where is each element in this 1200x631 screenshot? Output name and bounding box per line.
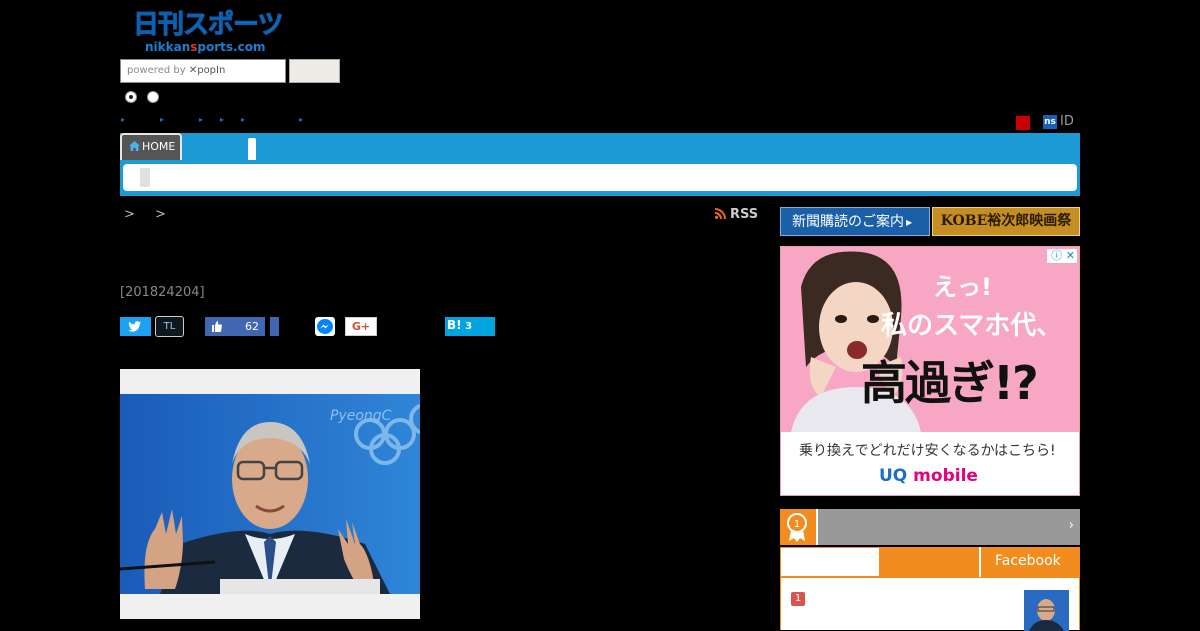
breadcrumb[interactable]: > > [124, 207, 174, 222]
hatena-count: 3 [465, 321, 473, 332]
rss-label: RSS [730, 207, 759, 222]
messenger-button[interactable] [315, 317, 335, 336]
top-link-2[interactable]: ▸ [160, 116, 164, 124]
top-link-4[interactable]: ▸ [220, 116, 224, 124]
ad-brand-uq: UQ [879, 466, 908, 486]
site-logo[interactable]: 日刊スポーツ nikkansports.com [132, 10, 285, 56]
ranking-medal-icon: 1 [787, 513, 807, 542]
photo-image: PyeongC [120, 394, 420, 594]
powered-by-text: powered by [127, 65, 186, 76]
facebook-like-count: 62 [245, 320, 259, 333]
medal-icon: 1 [780, 509, 818, 545]
ranking-header[interactable]: 1 › [780, 509, 1080, 545]
google-plus-button[interactable]: G+ [345, 317, 377, 336]
ad-brand-logo: UQ mobile [879, 466, 978, 486]
top-link-3[interactable]: ▸ [199, 116, 203, 124]
timeline-button[interactable]: TL [155, 316, 184, 337]
top-link-5[interactable]: ▸ [241, 116, 245, 124]
tab-divider [979, 547, 981, 577]
home-icon [129, 141, 140, 151]
sub-nav-item[interactable] [140, 168, 150, 187]
sub-nav-bar [123, 164, 1077, 191]
article-photo[interactable]: PyeongC [120, 394, 420, 594]
ad-brand-mobile: mobile [907, 466, 978, 486]
popin-brand-text: popIn [197, 65, 226, 76]
ad-headline-2: 私のスマホ代、 [881, 311, 1063, 341]
ranking-item-1-number: 1 [791, 592, 805, 606]
twitter-icon [128, 321, 141, 332]
global-nav: HOME [120, 133, 1080, 196]
red-square-icon[interactable] [1016, 116, 1030, 130]
top-link-1[interactable]: ▸ [121, 116, 125, 124]
subscription-banner[interactable]: 新聞購読のご案内 ▶ [780, 207, 930, 236]
medal-number: 1 [794, 519, 800, 530]
facebook-like-button[interactable]: 62 [205, 317, 265, 336]
logo-url: nikkansports.com [145, 40, 265, 54]
ad-headline-3: 高過ぎ!? [861, 356, 1039, 410]
rss-icon [715, 208, 726, 219]
twitter-share-button[interactable] [120, 317, 151, 336]
ad-headline-1: えっ! [933, 273, 992, 301]
ns-badge-icon[interactable]: ns [1043, 115, 1057, 129]
kobe-film-festival-banner[interactable]: KOBE裕次郎映画祭 [932, 207, 1080, 236]
hatena-bookmark-button[interactable]: B! 3 [445, 317, 495, 336]
logo-url-pre: nikkan [145, 40, 191, 54]
svg-text:PyeongC: PyeongC [330, 408, 392, 424]
logo-text: 日刊スポーツ [132, 10, 283, 41]
id-login-link[interactable]: ID [1060, 114, 1074, 129]
ranking-item-1-thumbnail[interactable] [1024, 590, 1069, 631]
ad-choices-close-icon[interactable]: ⓘ ✕ [1047, 249, 1077, 263]
nav-tab-2[interactable] [248, 138, 256, 160]
logo-url-post: ports.com [197, 40, 266, 54]
top-link-6[interactable]: ▸ [299, 116, 303, 124]
ranking-list: 1 [780, 577, 1080, 631]
ad-tagline: 乗り換えでどれだけ安くなるかはこちら! [799, 443, 1056, 459]
ranking-tab-active[interactable] [780, 547, 880, 577]
nav-home-label: HOME [142, 140, 176, 153]
ranking-tabs: Facebook [780, 547, 1080, 577]
ranking-tab-facebook[interactable]: Facebook [995, 553, 1061, 569]
advertisement[interactable]: えっ! 私のスマホ代、 高過ぎ!? 乗り換えでどれだけ安くなるかはこちら! UQ… [780, 246, 1080, 496]
search-input[interactable]: powered by ✕popIn [120, 59, 286, 83]
messenger-icon [317, 319, 333, 334]
thumbs-up-icon [212, 321, 222, 332]
subscription-label: 新聞購読のご案内 [792, 214, 904, 230]
facebook-share-button[interactable] [270, 317, 279, 336]
search-radio-web[interactable] [147, 91, 159, 103]
ad-hero: えっ! 私のスマホ代、 高過ぎ!? [781, 247, 1079, 432]
popin-brand: ✕popIn [188, 65, 226, 76]
rss-link[interactable]: RSS [715, 207, 758, 222]
ranking-more-arrow[interactable]: › [1069, 518, 1074, 533]
article-date: [201824204] [120, 285, 205, 300]
search-placeholder: powered by ✕popIn [127, 65, 225, 76]
ad-footer: 乗り換えでどれだけ安くなるかはこちら! UQ mobile [781, 432, 1079, 495]
nav-home-tab[interactable]: HOME [120, 133, 182, 160]
triangle-right-icon: ▶ [906, 218, 913, 227]
hatena-icon: B! [447, 318, 462, 332]
search-radio-site[interactable] [125, 91, 137, 103]
thumbnail-image [1024, 590, 1069, 631]
search-button[interactable] [289, 59, 340, 83]
